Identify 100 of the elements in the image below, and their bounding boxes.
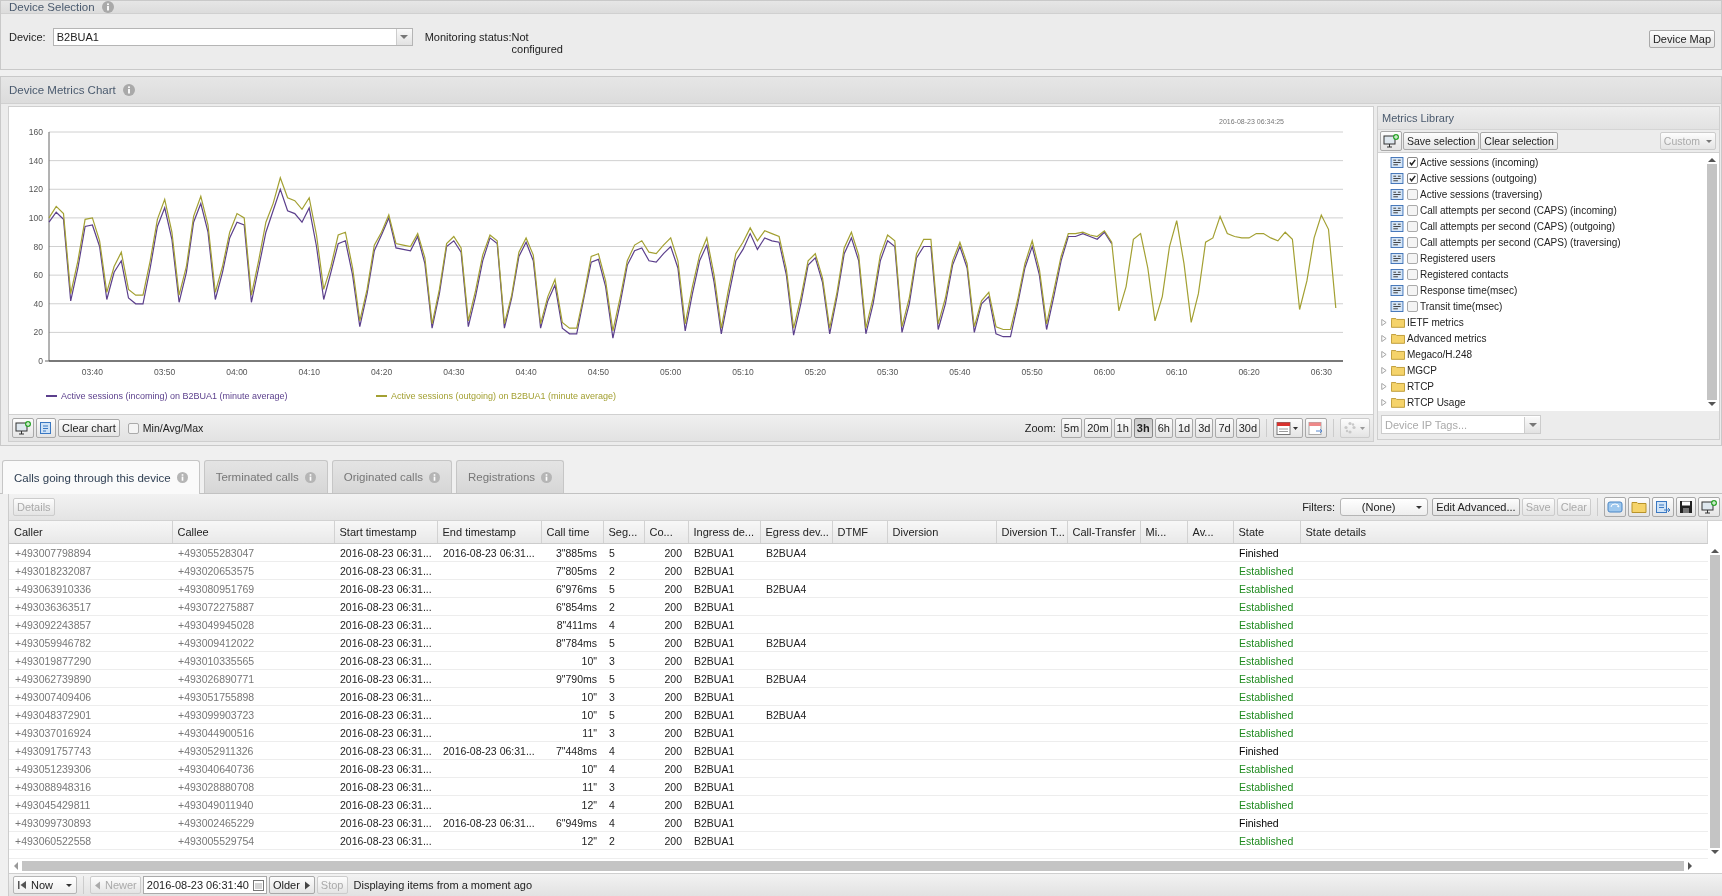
save-selection-button[interactable]: Save selection [1403, 132, 1480, 150]
column-header[interactable]: Egress dev... [760, 521, 832, 544]
folder-button[interactable] [1628, 497, 1650, 517]
time-mode-select[interactable]: Now [13, 876, 77, 894]
zoom-button[interactable]: 30d [1235, 418, 1260, 438]
export-button[interactable] [36, 418, 56, 438]
metric-label[interactable]: Registered contacts [1420, 268, 1509, 280]
checkbox[interactable] [1407, 188, 1418, 200]
zoom-button[interactable]: 1h [1113, 418, 1132, 438]
folder-label[interactable]: Advanced metrics [1407, 332, 1487, 344]
info-icon[interactable] [101, 1, 114, 13]
metric-label[interactable]: Active sessions (outgoing) [1420, 172, 1537, 184]
filter-select[interactable]: (None) [1340, 498, 1429, 516]
zoom-button[interactable]: 20m [1084, 418, 1112, 438]
add-chart-button[interactable] [12, 418, 34, 438]
table-cell: 10" [581, 708, 597, 721]
metric-label[interactable]: Active sessions (traversing) [1420, 188, 1543, 200]
expand-arrow-icon[interactable] [1380, 398, 1387, 406]
column-header[interactable]: State [1233, 521, 1300, 544]
spinner-button[interactable] [1340, 418, 1370, 438]
column-header[interactable]: End timestamp [437, 521, 541, 544]
checkbox[interactable] [1407, 172, 1418, 184]
calendar-arrow-button[interactable] [1305, 418, 1327, 438]
expand-arrow-icon[interactable] [1380, 382, 1387, 390]
add-chart-button[interactable] [1380, 131, 1402, 151]
checkbox[interactable] [1407, 268, 1418, 280]
axis-label: 100 [28, 212, 43, 223]
metric-label[interactable]: Response time(msec) [1420, 284, 1518, 296]
zoom-button[interactable]: 6h [1154, 418, 1173, 438]
expand-arrow-icon[interactable] [1380, 334, 1387, 342]
column-header[interactable]: Ingress de... [688, 521, 760, 544]
clear-chart-button[interactable]: Clear chart [58, 419, 120, 437]
column-header[interactable]: Diversion T... [996, 521, 1067, 544]
legend-label[interactable]: Active sessions (incoming) on B2BUA1 (minute average) [61, 391, 288, 401]
table-cell: +493044900516 [178, 726, 255, 739]
metric-label[interactable]: Transit time(msec) [1420, 300, 1503, 312]
folder-label[interactable]: Megaco/H.248 [1407, 348, 1473, 360]
expand-arrow-icon[interactable] [1380, 350, 1387, 358]
calendar-button[interactable] [1273, 418, 1303, 438]
checkbox[interactable] [1407, 220, 1418, 232]
folder-label[interactable]: MGCP [1407, 364, 1437, 376]
column-header[interactable]: Call-Transfer [1067, 521, 1140, 544]
zoom-button[interactable]: 3h [1133, 418, 1153, 438]
checkbox[interactable] [1407, 284, 1418, 296]
export-button[interactable] [1652, 497, 1674, 517]
checkbox[interactable] [1407, 236, 1418, 248]
device-select[interactable]: B2BUA1 [52, 28, 413, 46]
folder-label[interactable]: RTCP Usage [1407, 396, 1466, 408]
axis-label: 20 [33, 327, 43, 338]
folder-label[interactable]: RTCP [1407, 380, 1435, 392]
column-header[interactable]: Av... [1187, 521, 1233, 544]
column-header[interactable]: Co... [644, 521, 688, 544]
metric-icon [1390, 284, 1404, 296]
zoom-button[interactable]: 7d [1215, 418, 1234, 438]
metric-label[interactable]: Call attempts per second (CAPS) (incoming) [1420, 204, 1617, 216]
scrollbar[interactable] [9, 858, 1708, 873]
checkbox[interactable] [127, 422, 139, 434]
folder-icon [1391, 364, 1405, 376]
column-header[interactable]: Start timestamp [334, 521, 437, 544]
table-cell: 7"448ms [555, 744, 597, 757]
column-header[interactable]: Call time [541, 521, 603, 544]
zoom-button[interactable]: 1d [1174, 418, 1194, 438]
date-field[interactable]: 2016-08-23 06:31:40 [142, 876, 267, 894]
folder-label[interactable]: IETF metrics [1407, 316, 1464, 328]
table-cell: Established [1239, 672, 1294, 685]
checkbox[interactable] [1407, 156, 1418, 168]
column-header[interactable]: Caller [9, 521, 172, 544]
table-cell: 2016-08-23 06:31... [340, 654, 432, 667]
expand-arrow-icon[interactable] [1380, 366, 1387, 374]
save-icon-button[interactable] [1676, 497, 1696, 517]
info-icon[interactable] [122, 84, 135, 96]
table-cell: 4 [609, 816, 615, 829]
calendar-icon[interactable] [252, 879, 264, 891]
zoom-button[interactable]: 3d [1195, 418, 1214, 438]
checkbox[interactable] [1407, 252, 1418, 264]
device-map-button[interactable]: Device Map [1648, 30, 1715, 48]
table-cell: 200 [664, 564, 682, 577]
metric-label[interactable]: Active sessions (incoming) [1420, 156, 1539, 168]
metric-label[interactable]: Registered users [1420, 252, 1496, 264]
column-header[interactable]: Callee [172, 521, 334, 544]
checkbox[interactable] [1407, 204, 1418, 216]
tab[interactable]: Calls going through this device [2, 460, 200, 494]
refresh-button[interactable] [1604, 497, 1626, 517]
metric-icon [1390, 220, 1404, 232]
column-header[interactable]: Seg... [603, 521, 644, 544]
column-header[interactable]: State details [1300, 521, 1708, 544]
skip-start-icon [17, 880, 27, 890]
filter-button[interactable]: Edit Advanced... [1432, 498, 1520, 516]
tab[interactable]: Originated calls [331, 460, 452, 493]
column-header[interactable]: DTMF [832, 521, 887, 544]
zoom-button[interactable]: 5m [1060, 418, 1083, 438]
column-header[interactable]: Mi... [1140, 521, 1187, 544]
clear-selection-button[interactable]: Clear selection [1480, 132, 1558, 150]
checkbox[interactable] [1407, 300, 1418, 312]
table-cell: +493036363517 [15, 600, 92, 613]
expand-arrow-icon[interactable] [1380, 318, 1387, 326]
metric-label[interactable]: Call attempts per second (CAPS) (traversing) [1420, 236, 1621, 248]
older-button[interactable]: Older [268, 876, 315, 894]
metric-label[interactable]: Call attempts per second (CAPS) (outgoing) [1420, 220, 1616, 232]
column-header[interactable]: Diversion [887, 521, 996, 544]
